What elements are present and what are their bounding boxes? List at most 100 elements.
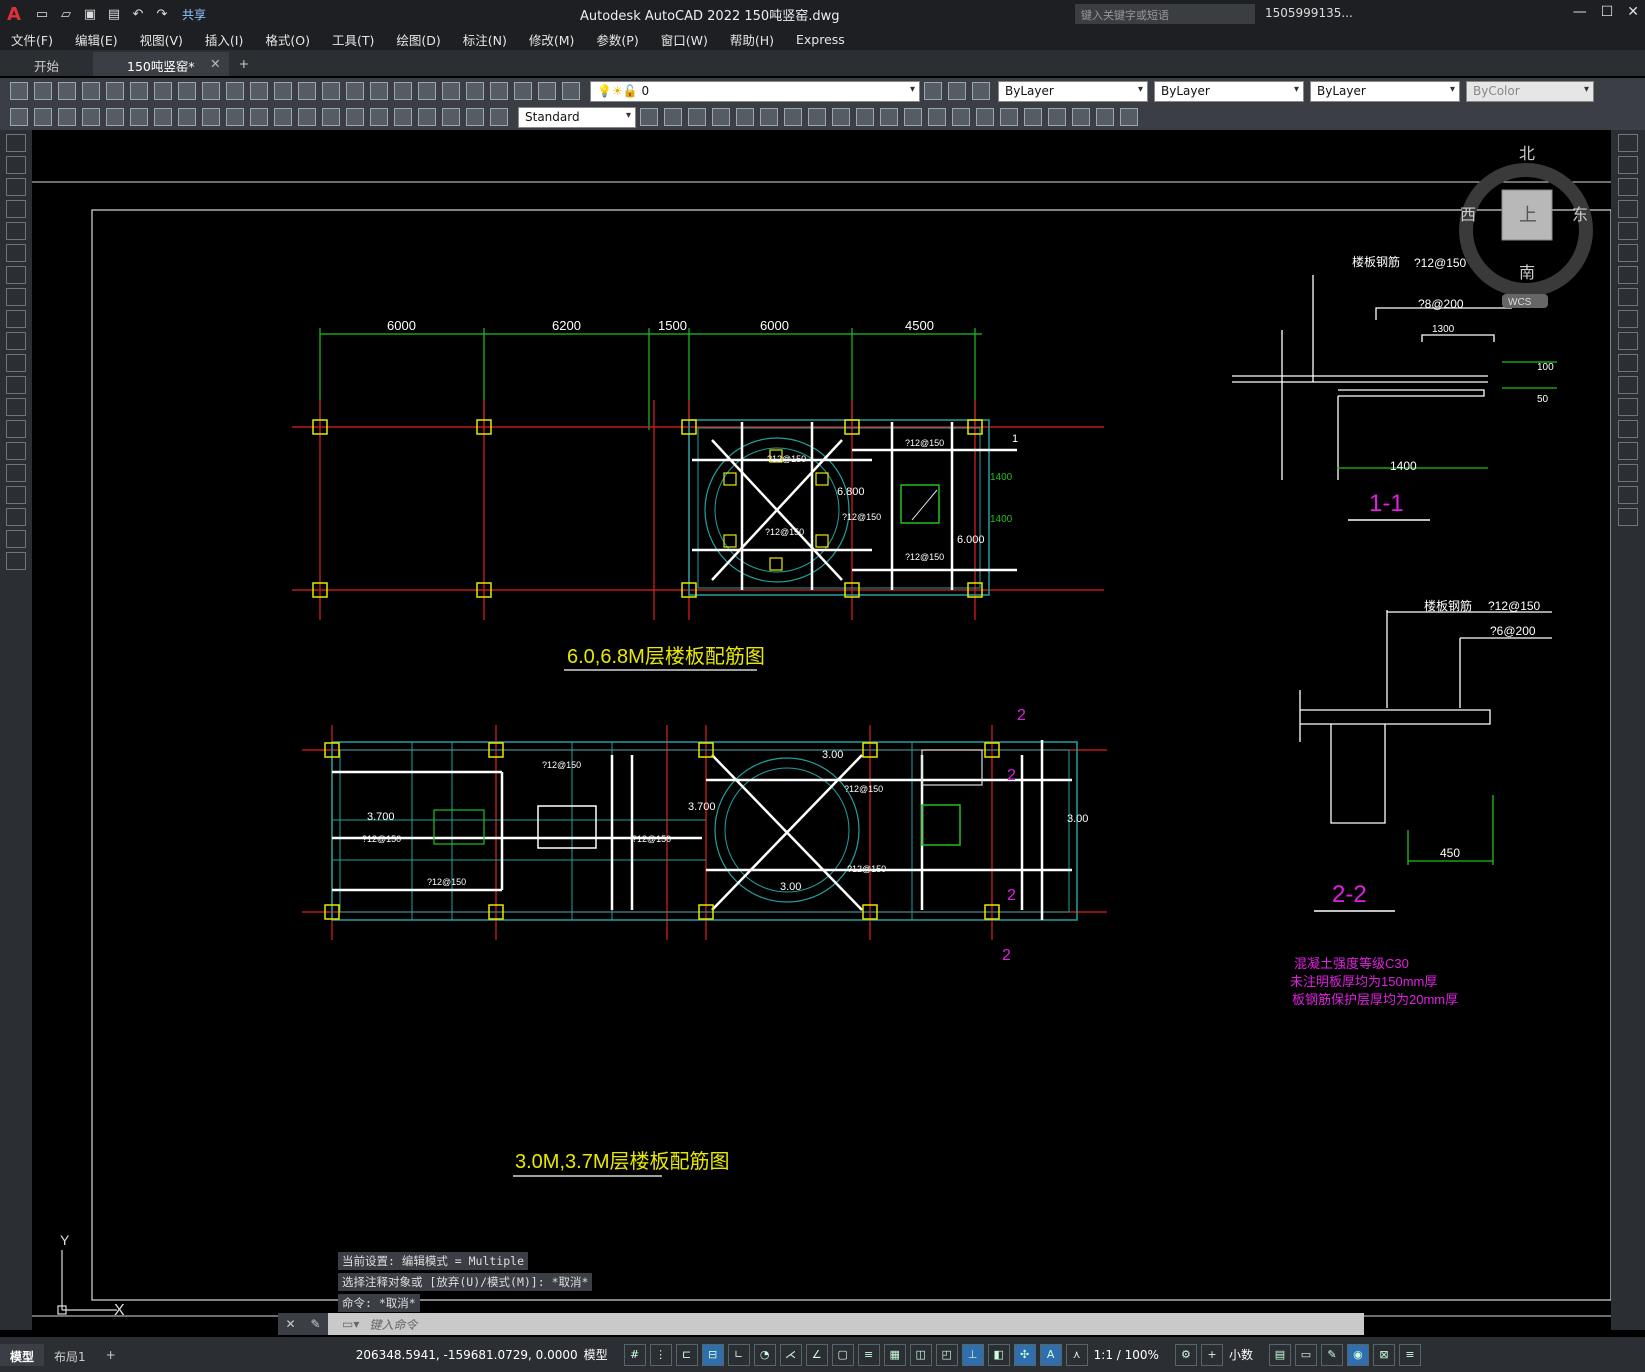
space-toggle[interactable]: 模型	[584, 1346, 608, 1363]
tab-layout1[interactable]: 布局1	[44, 1344, 96, 1366]
tool-copy-icon[interactable]	[178, 82, 196, 100]
tool-dimbaseline-icon[interactable]	[274, 108, 292, 126]
tab-add-button[interactable]: +	[228, 52, 260, 76]
tool-sheetset-icon[interactable]	[466, 82, 484, 100]
tab-close-icon[interactable]: ✕	[210, 56, 220, 71]
point-icon[interactable]	[6, 420, 26, 438]
blend-icon[interactable]	[1618, 486, 1638, 504]
tool-preview-icon[interactable]	[106, 82, 124, 100]
gizmo-icon[interactable]: ✣	[1013, 1343, 1036, 1366]
tool-zoomwin-icon[interactable]	[346, 82, 364, 100]
tool-palettes-icon[interactable]	[442, 82, 460, 100]
redo-icon[interactable]: ↷	[152, 4, 172, 24]
menu-edit[interactable]: 编辑(E)	[75, 30, 118, 49]
cursor-coordinates[interactable]: 206348.5941, -159681.0729, 0.0000	[356, 1348, 578, 1362]
osnap-icon[interactable]: ▢	[831, 1343, 854, 1366]
layer-dropdown[interactable]: 💡☀🔓 0	[590, 80, 920, 102]
move-icon[interactable]	[1618, 244, 1638, 262]
polar-icon[interactable]: ◔	[753, 1343, 776, 1366]
drawing-canvas[interactable]: 6000 6200 1500 6000 4500 ?12@150 ?12@150…	[32, 130, 1612, 1330]
mtext-icon[interactable]	[6, 530, 26, 548]
tool-3d16-icon[interactable]	[1024, 108, 1042, 126]
tool-designcenter-icon[interactable]	[418, 82, 436, 100]
ellipse-icon[interactable]	[6, 332, 26, 350]
tool-dimjogged-icon[interactable]	[178, 108, 196, 126]
tab-start[interactable]: 开始	[0, 52, 94, 76]
tool-dimspace-icon[interactable]	[322, 108, 340, 126]
copy-icon[interactable]	[1618, 156, 1638, 174]
tool-dimcontinue-icon[interactable]	[298, 108, 316, 126]
spline-icon[interactable]	[6, 310, 26, 328]
tool-dimbreak-icon[interactable]	[346, 108, 364, 126]
search-input[interactable]: 键入关键字或短语	[1075, 4, 1255, 24]
explode-icon[interactable]	[1618, 508, 1638, 526]
tool-dimradius-icon[interactable]	[154, 108, 172, 126]
lineweight-dropdown[interactable]: ByLayer	[1310, 80, 1460, 102]
chamfer-icon[interactable]	[1618, 442, 1638, 460]
lockui-icon[interactable]: ▭	[1294, 1343, 1317, 1366]
menu-window[interactable]: 窗口(W)	[661, 30, 708, 49]
selcycle-icon[interactable]: ◫	[909, 1343, 932, 1366]
tool-zoomprev-icon[interactable]	[370, 82, 388, 100]
tool-3d12-icon[interactable]	[928, 108, 946, 126]
breakatpoint-icon[interactable]	[1618, 376, 1638, 394]
region-icon[interactable]	[6, 486, 26, 504]
tool-3d1-icon[interactable]	[664, 108, 682, 126]
menu-format[interactable]: 格式(O)	[265, 30, 310, 49]
rectangle-icon[interactable]	[6, 222, 26, 240]
line-icon[interactable]	[6, 134, 26, 152]
menu-draw[interactable]: 绘图(D)	[396, 30, 440, 49]
undo-icon[interactable]: ↶	[128, 4, 148, 24]
break-icon[interactable]	[1618, 398, 1638, 416]
snap-icon[interactable]: ⋮	[649, 1343, 672, 1366]
makeblock-icon[interactable]	[6, 398, 26, 416]
tool-dimlinear-icon[interactable]	[58, 108, 76, 126]
tool-3d2-icon[interactable]	[688, 108, 706, 126]
menu-help[interactable]: 帮助(H)	[730, 30, 774, 49]
menu-insert[interactable]: 插入(I)	[205, 30, 243, 49]
tool-3d8-icon[interactable]	[832, 108, 850, 126]
lineweight-icon[interactable]: ≡	[857, 1343, 880, 1366]
annomonitor-icon[interactable]: +	[1200, 1343, 1223, 1366]
tool-save-icon[interactable]	[58, 82, 76, 100]
new-icon[interactable]: ▭	[32, 4, 52, 24]
quickprops-icon[interactable]: ▤	[1268, 1343, 1291, 1366]
tool-dimaligned-icon[interactable]	[82, 108, 100, 126]
tool-makecurrent-icon[interactable]	[924, 82, 942, 100]
dynucs-icon[interactable]: ⊥	[961, 1343, 984, 1366]
tool-dimordinate-icon[interactable]	[130, 108, 148, 126]
color-dropdown[interactable]: ByLayer	[998, 80, 1148, 102]
revcloud-icon[interactable]	[6, 288, 26, 306]
tool-redo-icon[interactable]	[274, 82, 292, 100]
autoscale-icon[interactable]: ⋏	[1065, 1343, 1088, 1366]
tool-pan-icon[interactable]	[298, 82, 316, 100]
tool-calc-icon[interactable]	[514, 82, 532, 100]
isolate-icon[interactable]: ✎	[1320, 1343, 1343, 1366]
tab-model[interactable]: 模型	[0, 1343, 45, 1366]
user-account[interactable]: 1505999135...	[1265, 6, 1353, 20]
tool-dimstyle-icon[interactable]	[640, 108, 658, 126]
viewcube[interactable]: 上 北 南 东 西 WCS	[1459, 145, 1593, 308]
tool-paste-icon[interactable]	[202, 82, 220, 100]
close-icon[interactable]: ✕	[1627, 4, 1639, 20]
tool-3d9-icon[interactable]	[856, 108, 874, 126]
ortho-icon[interactable]: ∟	[727, 1343, 750, 1366]
save-icon[interactable]: ▣	[80, 4, 100, 24]
tool-3d7-icon[interactable]	[808, 108, 826, 126]
tool-dimupdate-icon[interactable]	[490, 108, 508, 126]
tool-inspect-icon[interactable]	[418, 108, 436, 126]
tool-3d5-icon[interactable]	[760, 108, 778, 126]
tool-3d15-icon[interactable]	[1000, 108, 1018, 126]
tool-3d11-icon[interactable]	[904, 108, 922, 126]
tool-layerprops-icon[interactable]	[562, 82, 580, 100]
tool-tolerance-icon[interactable]	[370, 108, 388, 126]
maximize-icon[interactable]: ☐	[1601, 4, 1614, 20]
hardware-accel-icon[interactable]: ◉	[1346, 1343, 1369, 1366]
tab-drawing[interactable]: 150吨竖窑* ✕	[93, 52, 229, 76]
command-grip[interactable]: ✕ ✎	[278, 1313, 328, 1335]
selfilter-icon[interactable]: ◧	[987, 1343, 1010, 1366]
arc-icon[interactable]	[6, 244, 26, 262]
command-prompt-icon[interactable]: ▭▾	[342, 1317, 359, 1331]
menu-file[interactable]: 文件(F)	[11, 30, 53, 49]
tool-workspace-icon[interactable]	[10, 108, 28, 126]
